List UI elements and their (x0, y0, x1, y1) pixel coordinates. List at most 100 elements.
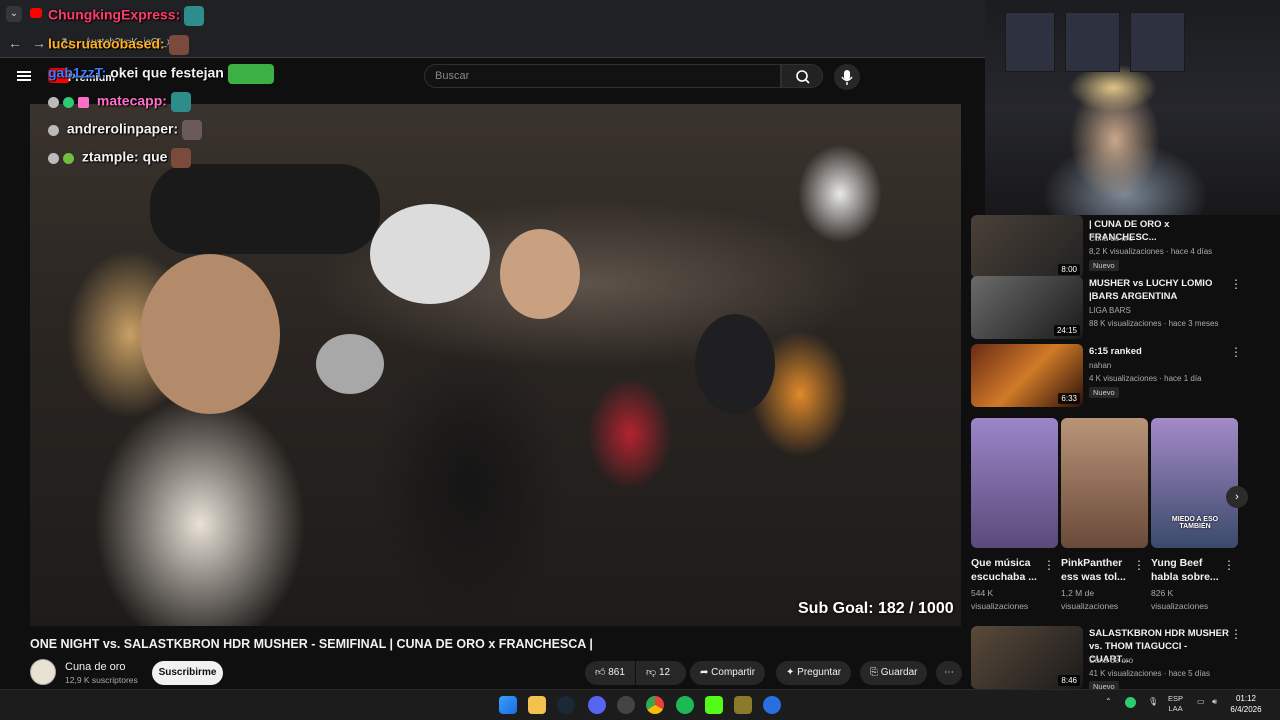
file-explorer-icon[interactable] (528, 696, 546, 714)
save-label: Guardar (880, 667, 918, 678)
tab-list-chevron-icon[interactable]: ⌄ (6, 6, 22, 22)
kick-icon[interactable] (705, 696, 723, 714)
tray-app-icon[interactable] (1125, 697, 1136, 708)
sidebar-video-thumbnail[interactable]: 8:00 (971, 215, 1083, 278)
chat-emote-icon (182, 120, 203, 140)
short-title[interactable]: Que música escuchaba ... (971, 556, 1041, 584)
search-button[interactable] (781, 64, 823, 88)
app-icon[interactable] (734, 696, 752, 714)
chrome-icon[interactable] (646, 696, 664, 714)
ask-button[interactable]: ✦ Preguntar (776, 661, 852, 685)
bookmark-icon: ⎘ (870, 667, 878, 678)
chat-emote-icon (171, 148, 192, 168)
discord-icon[interactable] (588, 696, 606, 714)
more-options-icon[interactable]: ⋮ (1230, 627, 1242, 641)
webcam-overlay (985, 0, 1280, 215)
new-badge: Nuevo (1089, 260, 1119, 271)
more-options-icon[interactable]: ⋮ (1230, 345, 1242, 359)
sidebar-video-channel[interactable]: LIGA BARS (1089, 306, 1131, 315)
menu-icon[interactable] (17, 71, 31, 81)
sidebar-video-thumbnail[interactable]: 24:15 (971, 276, 1083, 339)
chat-username: andrerolinpaper: (66, 120, 179, 137)
video-player[interactable] (30, 104, 961, 626)
windows-taskbar (0, 689, 1280, 720)
like-button[interactable]: 👍︎ 861 (585, 661, 635, 685)
subscribe-button[interactable]: Suscribirme (152, 661, 223, 685)
like-count: 861 (608, 667, 625, 678)
short-title[interactable]: Yung Beef habla sobre... (1151, 556, 1221, 584)
short-views: 1,2 M de visualizaciones (1061, 588, 1119, 611)
steam-icon[interactable] (557, 696, 575, 714)
network-icon[interactable]: ▭ (1197, 697, 1205, 706)
more-options-icon[interactable]: ⋮ (1230, 277, 1242, 291)
forward-arrow-icon[interactable]: → (30, 35, 48, 51)
short-title[interactable]: PinkPanther ess was tol... (1061, 556, 1131, 584)
chevron-up-icon[interactable]: ⌃ (1105, 697, 1112, 706)
share-icon: ➦ (700, 667, 709, 678)
save-button[interactable]: ⎘ Guardar (860, 661, 928, 685)
language-indicator[interactable]: ESP LAA (1168, 694, 1183, 714)
sidebar-video-channel[interactable]: Cuna de oro (1089, 234, 1133, 243)
more-options-icon[interactable]: ⋮ (1223, 558, 1235, 572)
chat-emote-icon (168, 35, 189, 55)
short-thumbnail[interactable]: MIEDO A ESO TAMBIÉN (1151, 418, 1238, 548)
subscriber-count: 12,9 K suscriptores (65, 675, 138, 685)
share-button[interactable]: ➦ Compartir (690, 661, 766, 685)
more-actions-button[interactable]: ⋯ (936, 661, 962, 685)
chat-badge-icon (48, 96, 59, 108)
dislike-button[interactable]: 👎︎ 12 (636, 661, 686, 685)
video-duration: 24:15 (1053, 325, 1080, 336)
keyboard-layout: LAA (1168, 704, 1183, 713)
chat-username: ChungkingExpress: (48, 6, 181, 23)
window-pane (1065, 12, 1120, 72)
search-placeholder: Buscar (435, 70, 470, 82)
sparkle-icon: ✦ (786, 667, 795, 678)
volume-icon[interactable]: 🔊︎ (1212, 697, 1217, 707)
sidebar-video-channel[interactable]: nahan (1089, 361, 1111, 370)
microphone-icon (841, 70, 853, 85)
system-clock[interactable]: 01:12 6/4/2026 (1222, 693, 1270, 715)
chat-message: lucsruatoobased: (48, 35, 189, 55)
more-dots-icon: ⋯ (944, 667, 954, 678)
chat-username: lucsruatoobased: (48, 35, 165, 52)
chat-emote-icon (227, 64, 274, 84)
channel-avatar[interactable] (30, 659, 56, 685)
more-options-icon[interactable]: ⋮ (1133, 558, 1145, 572)
short-views: 544 K visualizaciones (971, 588, 1029, 611)
sidebar-video-meta: 88 K visualizaciones · hace 3 meses (1089, 319, 1219, 328)
chat-badge-icon (48, 152, 59, 164)
channel-name[interactable]: Cuna de oro (65, 661, 126, 673)
chat-message: ztample: que (48, 148, 192, 168)
chat-message: andrerolinpaper: (48, 120, 203, 140)
short-thumbnail[interactable] (1061, 418, 1148, 548)
chat-text: okei que festejan (110, 64, 224, 81)
sub-goal-overlay: Sub Goal: 182 / 1000 (798, 600, 954, 617)
sidebar-video-title[interactable]: MUSHER vs LUCHY LOMIO |BARS ARGENTINA (1089, 277, 1229, 303)
share-label: Compartir (711, 667, 756, 678)
app-icon[interactable] (763, 696, 781, 714)
spotify-icon[interactable] (676, 696, 694, 714)
chat-text: que (142, 148, 168, 165)
sidebar-video-title[interactable]: 6:15 ranked (1089, 345, 1229, 358)
chat-username: ztample: (81, 148, 139, 165)
app-icon[interactable] (617, 696, 635, 714)
back-arrow-icon[interactable]: ← (6, 35, 24, 51)
video-duration: 8:00 (1058, 264, 1080, 275)
microphone-tray-icon[interactable]: 🎙︎ (1148, 697, 1158, 706)
sidebar-video-channel[interactable]: Cuna de oro (1089, 656, 1133, 665)
short-thumbnail[interactable] (971, 418, 1058, 548)
video-frame-illustration (140, 164, 775, 414)
crown-badge-icon (63, 152, 74, 164)
youtube-tab-favicon[interactable] (30, 8, 42, 18)
shorts-next-button[interactable]: › (1226, 486, 1248, 508)
sidebar-video-thumbnail[interactable]: 8:46 (971, 626, 1083, 689)
windows-start-icon[interactable] (499, 696, 517, 714)
dislike-count: 12 (658, 667, 671, 678)
video-duration: 8:46 (1058, 675, 1080, 686)
chat-emote-icon (170, 92, 191, 112)
video-title: ONE NIGHT vs. SALASTKBRON HDR MUSHER - S… (30, 637, 593, 651)
voice-search-button[interactable] (834, 64, 860, 90)
sidebar-video-thumbnail[interactable]: 6:33 (971, 344, 1083, 407)
search-input[interactable]: Buscar (424, 64, 781, 88)
more-options-icon[interactable]: ⋮ (1043, 558, 1055, 572)
